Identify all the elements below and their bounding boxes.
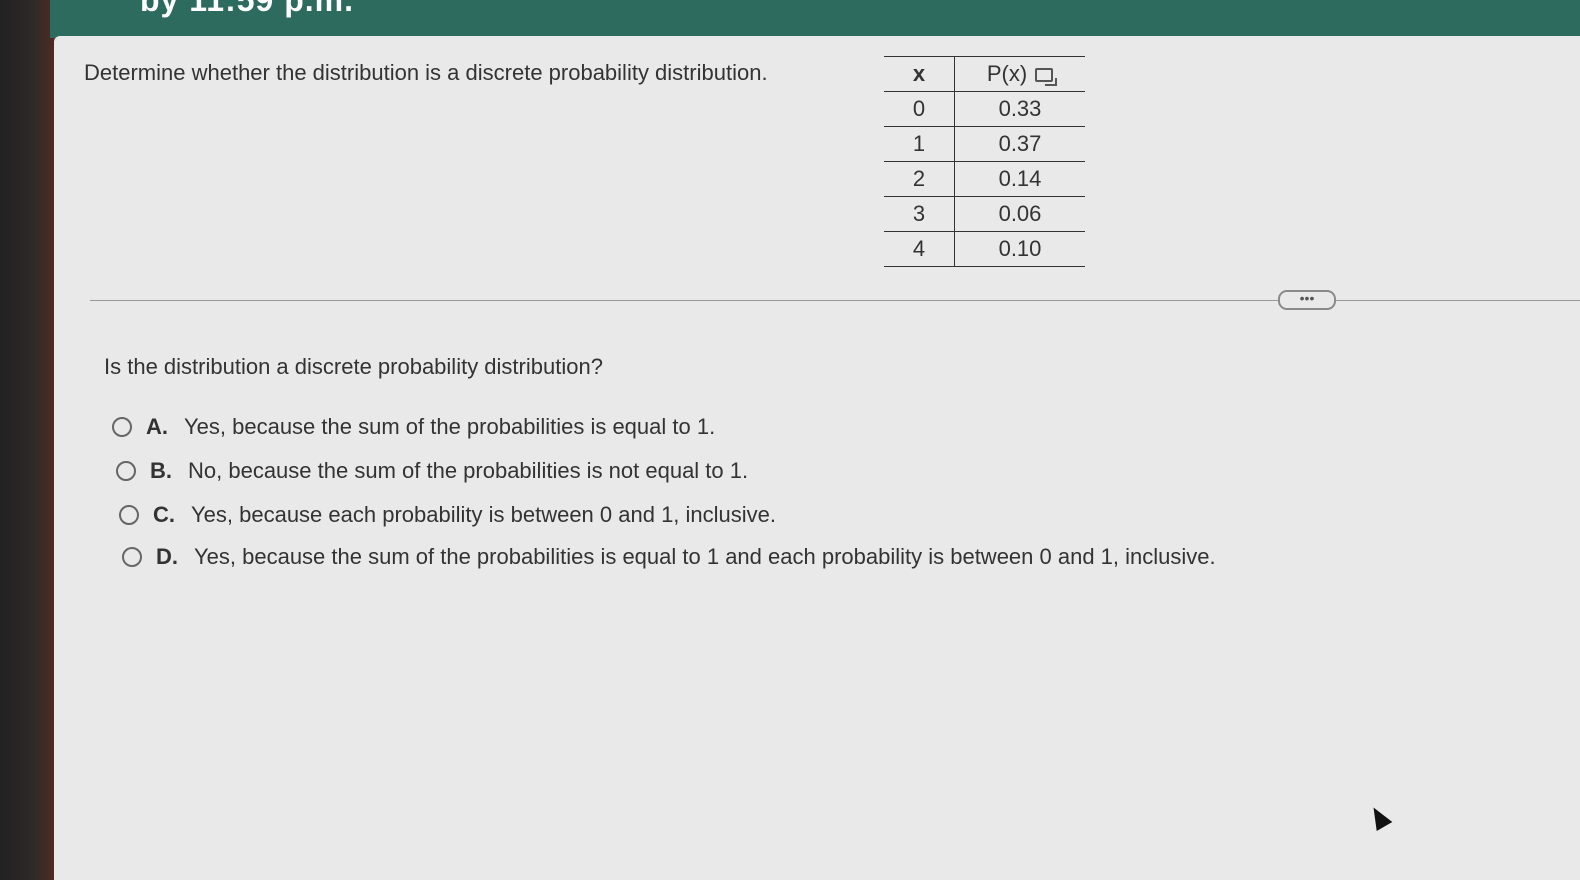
cell-px: 0.37: [954, 126, 1085, 162]
cell-x: 0: [884, 91, 955, 127]
option-letter: A.: [146, 414, 168, 439]
option-d[interactable]: D. Yes, because the sum of the probabili…: [122, 544, 1216, 570]
header-px: P(x): [954, 56, 1085, 92]
option-text: Yes, because the sum of the probabilitie…: [184, 414, 716, 439]
radio-button[interactable]: [119, 505, 139, 525]
option-text: No, because the sum of the probabilities…: [188, 458, 749, 483]
table-row: 0 0.33: [884, 91, 1085, 127]
cell-x: 3: [884, 196, 955, 232]
more-button[interactable]: •••: [1278, 290, 1336, 310]
table-row: 2 0.14: [884, 161, 1085, 197]
cell-px: 0.06: [954, 196, 1085, 232]
option-text: Yes, because each probability is between…: [191, 502, 777, 527]
question-panel: Determine whether the distribution is a …: [54, 36, 1580, 880]
table-header-row: x P(x): [884, 56, 1085, 92]
option-b[interactable]: B. No, because the sum of the probabilit…: [116, 458, 748, 484]
copy-icon[interactable]: [1035, 68, 1058, 87]
question-prompt: Determine whether the distribution is a …: [84, 60, 768, 85]
radio-button[interactable]: [122, 547, 142, 567]
option-letter: C.: [153, 502, 175, 527]
option-a[interactable]: A. Yes, because the sum of the probabili…: [112, 414, 715, 440]
section-divider: [90, 300, 1580, 301]
table-row: 1 0.37: [884, 126, 1085, 162]
option-letter: D.: [156, 544, 178, 569]
cell-px: 0.33: [954, 91, 1085, 127]
cell-x: 2: [884, 161, 955, 197]
subquestion-text: Is the distribution a discrete probabili…: [104, 354, 603, 379]
option-c[interactable]: C. Yes, because each probability is betw…: [119, 502, 776, 528]
table-row: 4 0.10: [884, 231, 1085, 267]
header-bar: by 11:59 p.m.: [50, 0, 1580, 38]
header-x: x: [884, 56, 955, 92]
cell-px: 0.10: [954, 231, 1085, 267]
option-letter: B.: [150, 458, 172, 483]
distribution-table: x P(x) 0 0.33 1 0.37 2 0.14 3 0.06 4 0.1…: [884, 56, 1085, 267]
radio-button[interactable]: [116, 461, 136, 481]
cell-px: 0.14: [954, 161, 1085, 197]
due-date-text: by 11:59 p.m.: [140, 0, 354, 18]
table-row: 3 0.06: [884, 196, 1085, 232]
radio-button[interactable]: [112, 417, 132, 437]
cell-x: 1: [884, 126, 955, 162]
cell-x: 4: [884, 231, 955, 267]
option-text: Yes, because the sum of the probabilitie…: [194, 544, 1216, 569]
